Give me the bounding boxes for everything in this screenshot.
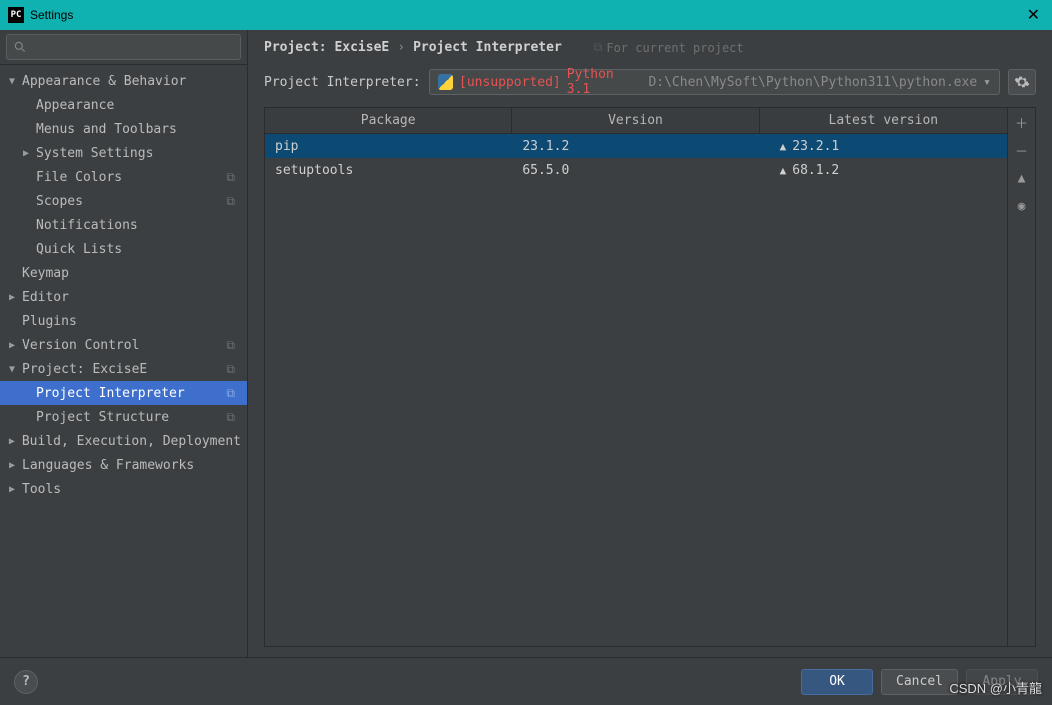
- copy-icon: ⧉: [226, 362, 241, 377]
- cell-latest: ▲68.1.2: [760, 163, 1007, 178]
- add-package-button[interactable]: ＋: [1012, 112, 1032, 132]
- upgrade-package-button[interactable]: ▲: [1012, 168, 1032, 188]
- chevron-icon: ▶: [4, 484, 20, 495]
- col-latest[interactable]: Latest version: [760, 108, 1007, 133]
- chevron-icon: ▶: [4, 292, 20, 303]
- sidebar-item-label: Menus and Toolbars: [34, 122, 177, 137]
- help-button[interactable]: ?: [14, 670, 38, 694]
- sidebar-item-label: Build, Execution, Deployment: [20, 434, 241, 449]
- package-actions: ＋ － ▲ ◉: [1007, 108, 1035, 646]
- copy-icon: ⧉: [226, 338, 241, 353]
- sidebar-item-label: Appearance: [34, 98, 114, 113]
- sidebar-item-file-colors[interactable]: File Colors ⧉: [0, 165, 247, 189]
- sidebar-item-label: Appearance & Behavior: [20, 74, 186, 89]
- sidebar-item-quick-lists[interactable]: Quick Lists: [0, 237, 247, 261]
- sidebar-item-label: Plugins: [20, 314, 77, 329]
- interpreter-select[interactable]: [unsupported] Python 3.1 D:\Chen\MySoft\…: [429, 69, 1000, 95]
- sidebar: ▼Appearance & BehaviorAppearanceMenus an…: [0, 30, 248, 657]
- sidebar-item-keymap[interactable]: Keymap: [0, 261, 247, 285]
- sidebar-item-editor[interactable]: ▶Editor: [0, 285, 247, 309]
- interpreter-settings-button[interactable]: [1008, 69, 1036, 95]
- breadcrumb-sep: ›: [397, 40, 405, 55]
- search-input[interactable]: [6, 34, 241, 60]
- chevron-icon: ▶: [4, 436, 20, 447]
- interpreter-unsupported: [unsupported]: [459, 75, 561, 90]
- sidebar-item-label: File Colors: [34, 170, 122, 185]
- sidebar-item-label: System Settings: [34, 146, 153, 161]
- sidebar-item-label: Keymap: [20, 266, 69, 281]
- col-version[interactable]: Version: [512, 108, 759, 133]
- sidebar-item-label: Notifications: [34, 218, 138, 233]
- dialog-footer: ? OK Cancel Apply: [0, 657, 1052, 705]
- cell-version: 65.5.0: [512, 163, 759, 178]
- sidebar-item-label: Scopes: [34, 194, 83, 209]
- interpreter-version: Python 3.1: [567, 67, 643, 97]
- upgrade-available-icon: ▲: [780, 164, 787, 177]
- table-row[interactable]: setuptools65.5.0▲68.1.2: [265, 158, 1007, 182]
- breadcrumb-hint: For current project: [606, 41, 743, 55]
- close-icon[interactable]: ✕: [1023, 5, 1044, 25]
- chevron-icon: ▶: [4, 460, 20, 471]
- sidebar-item-label: Project Structure: [34, 410, 169, 425]
- sidebar-item-appearance[interactable]: Appearance: [0, 93, 247, 117]
- sidebar-item-version-control[interactable]: ▶Version Control ⧉: [0, 333, 247, 357]
- upgrade-available-icon: ▲: [780, 140, 787, 153]
- ok-button[interactable]: OK: [801, 669, 873, 695]
- copy-icon: ⧉: [226, 170, 241, 185]
- sidebar-item-appearance-behavior[interactable]: ▼Appearance & Behavior: [0, 69, 247, 93]
- settings-tree: ▼Appearance & BehaviorAppearanceMenus an…: [0, 65, 247, 657]
- sidebar-item-label: Quick Lists: [34, 242, 122, 257]
- sidebar-item-label: Version Control: [20, 338, 139, 353]
- sidebar-item-build-execution-deployment[interactable]: ▶Build, Execution, Deployment: [0, 429, 247, 453]
- remove-package-button[interactable]: －: [1012, 140, 1032, 160]
- sidebar-item-project-structure[interactable]: Project Structure ⧉: [0, 405, 247, 429]
- sidebar-item-project-interpreter[interactable]: Project Interpreter ⧉: [0, 381, 247, 405]
- search-icon: [13, 40, 27, 54]
- copy-icon: ⧉: [226, 410, 241, 425]
- sidebar-item-plugins[interactable]: Plugins: [0, 309, 247, 333]
- sidebar-item-languages-frameworks[interactable]: ▶Languages & Frameworks: [0, 453, 247, 477]
- sidebar-item-label: Project: ExciseE: [20, 362, 147, 377]
- sidebar-item-menus-and-toolbars[interactable]: Menus and Toolbars: [0, 117, 247, 141]
- sidebar-item-system-settings[interactable]: ▶System Settings: [0, 141, 247, 165]
- chevron-icon: ▼: [4, 364, 20, 375]
- interpreter-path: D:\Chen\MySoft\Python\Python311\python.e…: [648, 75, 977, 90]
- titlebar: PC Settings ✕: [0, 0, 1052, 30]
- cell-version: 23.1.2: [512, 139, 759, 154]
- show-early-releases-button[interactable]: ◉: [1012, 196, 1032, 216]
- breadcrumb-project: Project: ExciseE: [264, 40, 389, 55]
- app-icon: PC: [8, 7, 24, 23]
- cancel-button[interactable]: Cancel: [881, 669, 958, 695]
- col-package[interactable]: Package: [265, 108, 512, 133]
- chevron-icon: ▶: [18, 148, 34, 159]
- chevron-icon: ▶: [4, 340, 20, 351]
- copy-icon: ⧉: [226, 386, 241, 401]
- sidebar-item-scopes[interactable]: Scopes ⧉: [0, 189, 247, 213]
- package-table: Package Version Latest version pip23.1.2…: [265, 108, 1007, 646]
- apply-button[interactable]: Apply: [966, 669, 1038, 695]
- window-title: Settings: [30, 8, 73, 22]
- gear-icon: [1014, 74, 1030, 90]
- sidebar-item-project-excisee[interactable]: ▼Project: ExciseE ⧉: [0, 357, 247, 381]
- chevron-down-icon: ▾: [983, 75, 991, 90]
- interpreter-label: Project Interpreter:: [264, 75, 421, 90]
- sidebar-item-label: Project Interpreter: [34, 386, 185, 401]
- sidebar-item-label: Tools: [20, 482, 61, 497]
- python-icon: [438, 74, 453, 90]
- copy-icon: ⧉: [226, 194, 241, 209]
- sidebar-item-tools[interactable]: ▶Tools: [0, 477, 247, 501]
- copy-icon: ⧉: [594, 40, 603, 55]
- breadcrumb-page: Project Interpreter: [413, 40, 562, 55]
- chevron-icon: ▼: [4, 76, 20, 87]
- cell-package: pip: [265, 139, 512, 154]
- cell-package: setuptools: [265, 163, 512, 178]
- table-row[interactable]: pip23.1.2▲23.2.1: [265, 134, 1007, 158]
- breadcrumb: Project: ExciseE › Project Interpreter ⧉…: [248, 30, 1052, 63]
- sidebar-item-notifications[interactable]: Notifications: [0, 213, 247, 237]
- cell-latest: ▲23.2.1: [760, 139, 1007, 154]
- sidebar-item-label: Languages & Frameworks: [20, 458, 194, 473]
- sidebar-item-label: Editor: [20, 290, 69, 305]
